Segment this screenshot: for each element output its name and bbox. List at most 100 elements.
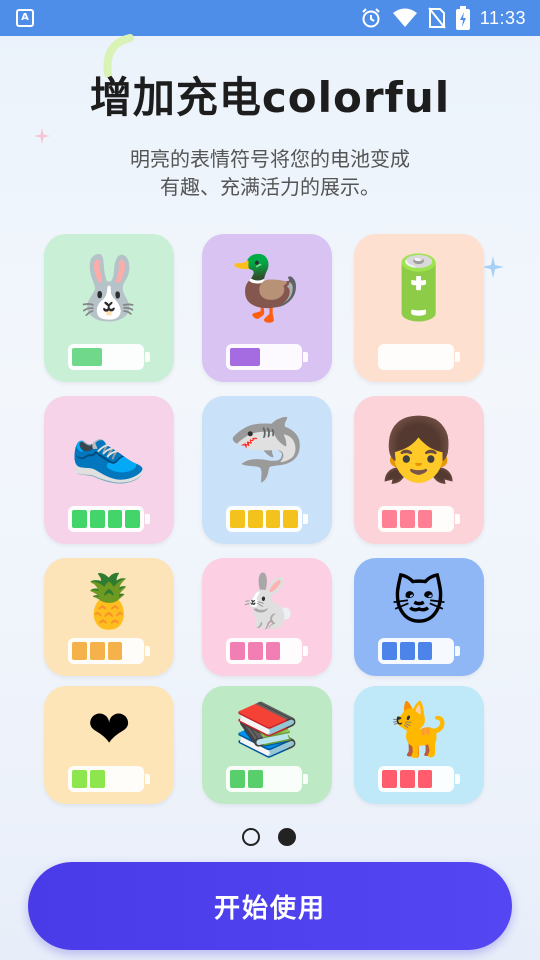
battery-segment bbox=[107, 642, 123, 660]
cat-books-sticker-icon: 📚 bbox=[234, 700, 300, 760]
status-bar: A 11:33 bbox=[0, 0, 540, 36]
page-subtitle: 明亮的表情符号将您的电池变成 有趣、充满活力的展示。 bbox=[60, 145, 480, 201]
battery-preview bbox=[68, 766, 150, 792]
battery-segment bbox=[247, 770, 263, 788]
battery-preview bbox=[378, 344, 460, 370]
battery-segment bbox=[399, 510, 415, 528]
battery-segment bbox=[417, 510, 433, 528]
subtitle-line-2: 有趣、充满活力的展示。 bbox=[160, 175, 380, 199]
theme-tile-duck[interactable]: 🦆 bbox=[202, 234, 332, 382]
battery-segment bbox=[418, 348, 433, 366]
battery-segment bbox=[435, 770, 450, 788]
battery-segment bbox=[435, 510, 450, 528]
battery-segment bbox=[108, 770, 123, 788]
battery-segment bbox=[230, 770, 245, 788]
battery-segment bbox=[400, 348, 415, 366]
page-indicator bbox=[242, 828, 296, 846]
battery-segment bbox=[417, 642, 433, 660]
page-title: 增加充电colorful bbox=[89, 73, 451, 122]
battery-segment bbox=[382, 642, 397, 660]
battery-preview bbox=[378, 766, 460, 792]
heart-sticker-icon: ❤ bbox=[87, 700, 131, 760]
battery-segment bbox=[117, 348, 127, 366]
cat-tea-sticker-icon: 🐱 bbox=[391, 572, 447, 632]
wifi-icon bbox=[392, 8, 417, 27]
pineapple-sticker-icon: 🍍 bbox=[76, 572, 142, 632]
theme-tile-cat-tea[interactable]: 🐱 bbox=[354, 558, 484, 676]
theme-tile-white-cat[interactable]: 🐈 bbox=[354, 686, 484, 804]
battery-segment bbox=[435, 642, 450, 660]
battery-charging-icon bbox=[455, 6, 470, 30]
battery-segment bbox=[265, 642, 281, 660]
shark-sticker-icon: 🦈 bbox=[228, 413, 306, 486]
battery-segment bbox=[275, 348, 285, 366]
theme-tile-frog-girl[interactable]: 👧 bbox=[354, 396, 484, 544]
clock: 11:33 bbox=[479, 7, 526, 28]
alarm-icon bbox=[362, 8, 380, 28]
battery-preview bbox=[68, 344, 150, 370]
page-dot-2-active[interactable] bbox=[278, 828, 296, 846]
battery-segment bbox=[263, 348, 273, 366]
battery-segment bbox=[265, 510, 281, 528]
battery-segment bbox=[125, 642, 140, 660]
sparkle-icon bbox=[482, 256, 504, 278]
battery-segment bbox=[266, 770, 281, 788]
pink-bunny-sticker-icon: 🐇 bbox=[234, 572, 300, 632]
battery-preview bbox=[378, 638, 460, 664]
battery-segment bbox=[125, 770, 140, 788]
battery-segment bbox=[247, 510, 263, 528]
subtitle-line-1: 明亮的表情符号将您的电池变成 bbox=[130, 147, 410, 171]
battery-segment bbox=[399, 770, 415, 788]
battery-segment bbox=[89, 770, 105, 788]
app-notification-icon: A bbox=[16, 9, 34, 27]
battery-segment bbox=[72, 770, 87, 788]
duck-sticker-icon: 🦆 bbox=[228, 251, 306, 324]
battery-segment bbox=[230, 510, 245, 528]
duck-sneaker-sticker-icon: 👟 bbox=[70, 413, 148, 486]
status-icons: 11:33 bbox=[360, 0, 526, 36]
battery-segment bbox=[399, 642, 415, 660]
theme-tile-duck-sneaker[interactable]: 👟 bbox=[44, 396, 174, 544]
battery-segment bbox=[230, 642, 245, 660]
rainbow-battery-sticker-icon: 🔋 bbox=[380, 251, 458, 324]
battery-segment bbox=[89, 510, 105, 528]
page-dot-1[interactable] bbox=[242, 828, 260, 846]
battery-segment bbox=[72, 348, 102, 366]
theme-tile-heart[interactable]: ❤ bbox=[44, 686, 174, 804]
battery-segment bbox=[283, 642, 298, 660]
battery-segment bbox=[283, 770, 298, 788]
theme-tile-pink-bunny[interactable]: 🐇 bbox=[202, 558, 332, 676]
sparkle-icon bbox=[34, 128, 50, 144]
bunny-sticker-icon: 🐰 bbox=[70, 251, 148, 324]
battery-preview bbox=[68, 506, 150, 532]
theme-tile-rainbow-battery[interactable]: 🔋 bbox=[354, 234, 484, 382]
battery-preview bbox=[226, 766, 308, 792]
start-button[interactable]: 开始使用 bbox=[28, 862, 512, 950]
battery-preview bbox=[226, 344, 308, 370]
battery-segment bbox=[72, 642, 87, 660]
battery-segment bbox=[105, 348, 115, 366]
frog-girl-sticker-icon: 👧 bbox=[380, 413, 458, 486]
theme-grid: 🐰 🦆 🔋 👟 🦈 👧 🍍 🐇 🐱 ❤ 📚 🐈 bbox=[44, 234, 484, 806]
battery-segment bbox=[89, 642, 105, 660]
battery-segment bbox=[72, 510, 87, 528]
theme-tile-shark[interactable]: 🦈 bbox=[202, 396, 332, 544]
theme-tile-pineapple[interactable]: 🍍 bbox=[44, 558, 174, 676]
battery-preview bbox=[378, 506, 460, 532]
battery-preview bbox=[226, 638, 308, 664]
battery-segment bbox=[247, 642, 263, 660]
battery-segment bbox=[382, 348, 397, 366]
theme-tile-bunny[interactable]: 🐰 bbox=[44, 234, 174, 382]
battery-segment bbox=[130, 348, 140, 366]
battery-segment bbox=[283, 510, 298, 528]
no-sim-icon bbox=[428, 7, 446, 29]
white-cat-sticker-icon: 🐈 bbox=[386, 700, 452, 760]
battery-preview bbox=[226, 506, 308, 532]
battery-segment bbox=[382, 770, 397, 788]
battery-segment bbox=[435, 348, 450, 366]
battery-segment bbox=[382, 510, 397, 528]
theme-tile-cat-books[interactable]: 📚 bbox=[202, 686, 332, 804]
battery-segment bbox=[125, 510, 140, 528]
battery-segment bbox=[107, 510, 123, 528]
battery-segment bbox=[288, 348, 298, 366]
